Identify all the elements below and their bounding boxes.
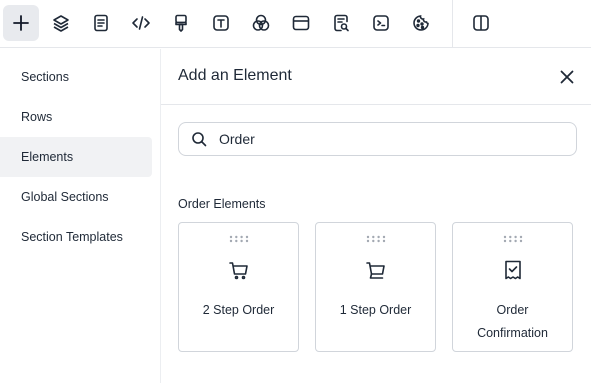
brush-icon (175, 14, 187, 32)
layers-icon (53, 15, 69, 32)
panel-divider (161, 104, 591, 105)
typography-button[interactable] (203, 5, 239, 41)
toggle-panel-button[interactable] (463, 5, 499, 41)
sidebar-item-label: Section Templates (21, 230, 123, 244)
cookie-icon (413, 15, 429, 31)
pages-button[interactable] (83, 5, 119, 41)
scripts-button[interactable] (363, 5, 399, 41)
add-icon (13, 15, 29, 31)
close-button[interactable] (557, 67, 577, 87)
terminal-icon (373, 15, 389, 31)
sidebar-item-global-sections[interactable]: Global Sections (0, 177, 152, 217)
drag-handle-icon (366, 235, 385, 243)
layers-button[interactable] (43, 5, 79, 41)
card-label: 1 Step Order (339, 303, 412, 317)
layout-button[interactable] (283, 5, 319, 41)
element-card-order-confirmation[interactable]: Order Confirmation (452, 222, 573, 352)
sidebar-item-sections[interactable]: Sections (0, 57, 152, 97)
section-heading: Order Elements (178, 197, 266, 211)
search-box[interactable] (178, 122, 577, 156)
split-view-icon (473, 15, 489, 31)
colors-icon (252, 14, 270, 31)
sidebar-item-label: Global Sections (21, 190, 109, 204)
add-button[interactable] (3, 5, 39, 41)
element-card-2-step-order[interactable]: 2 Step Order (178, 222, 299, 352)
sidebar-item-section-templates[interactable]: Section Templates (0, 217, 152, 257)
toolbar-divider (452, 0, 453, 48)
search-icon (192, 132, 207, 147)
drag-handle-icon (229, 235, 248, 243)
drag-handle-icon (503, 235, 522, 243)
search-input[interactable] (219, 131, 559, 147)
document-search-icon (334, 14, 349, 32)
panel-title: Add an Element (178, 67, 292, 84)
sidebar-item-label: Rows (21, 110, 53, 124)
styles-button[interactable] (163, 5, 199, 41)
sidebar-item-elements[interactable]: Elements (0, 137, 152, 177)
top-toolbar (0, 0, 591, 48)
sidebar-item-rows[interactable]: Rows (0, 97, 152, 137)
colors-button[interactable] (243, 5, 279, 41)
sidebar-item-label: Sections (21, 70, 69, 84)
sidebar-item-label: Elements (21, 150, 74, 164)
text-icon (213, 15, 229, 31)
card-label: 2 Step Order (202, 303, 275, 317)
cart-icon (228, 262, 248, 280)
cart-icon (365, 262, 385, 279)
browser-window-icon (292, 15, 310, 31)
sidebar: Sections Rows Elements Global Sections S… (0, 49, 160, 383)
receipt-check-icon (504, 260, 521, 280)
seo-button[interactable] (323, 5, 359, 41)
card-label: Order Confirmation (477, 303, 548, 340)
code-icon (132, 16, 150, 30)
close-icon (560, 70, 574, 84)
cookies-button[interactable] (403, 5, 439, 41)
page-icon (94, 14, 108, 32)
code-button[interactable] (123, 5, 159, 41)
add-element-panel: Add an Element Order Elements 2 Step Ord… (160, 49, 591, 383)
element-card-1-step-order[interactable]: 1 Step Order (315, 222, 436, 352)
